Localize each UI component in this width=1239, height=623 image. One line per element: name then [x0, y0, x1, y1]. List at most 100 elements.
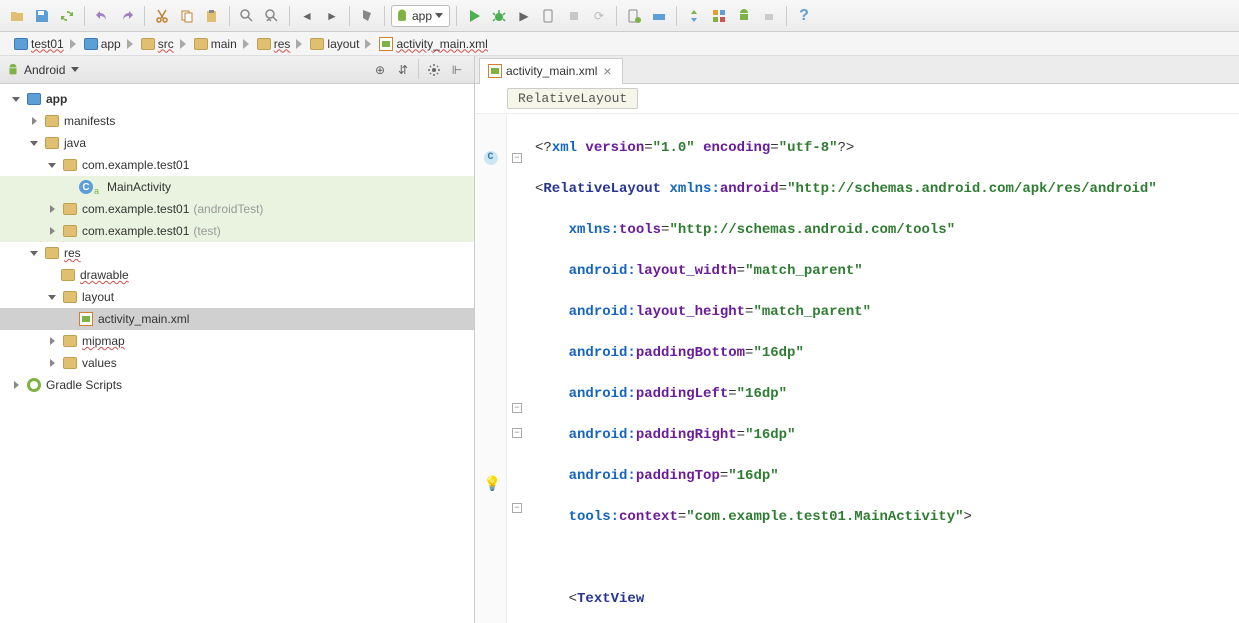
code-editor[interactable]: C 💡 − − − − <?xml version="1.0" encoding…: [475, 114, 1239, 623]
scroll-from-source-icon[interactable]: ⊕: [369, 59, 391, 81]
attach-debugger-icon[interactable]: [538, 5, 560, 27]
sync-icon[interactable]: [56, 5, 78, 27]
chevron-down-icon[interactable]: [71, 67, 79, 72]
layout-inspector-icon[interactable]: [758, 5, 780, 27]
tree-node-package2[interactable]: com.example.test01 (androidTest): [0, 198, 474, 220]
sdk-manager-icon[interactable]: [648, 5, 670, 27]
device-monitor-icon[interactable]: [733, 5, 755, 27]
folder-icon: [194, 38, 208, 50]
tree-node-package3[interactable]: com.example.test01 (test): [0, 220, 474, 242]
expand-icon[interactable]: [28, 137, 40, 149]
open-icon[interactable]: [6, 5, 28, 27]
tree-node-manifests[interactable]: manifests: [0, 110, 474, 132]
chevron-down-icon: [435, 13, 443, 18]
forward-icon[interactable]: ►: [321, 5, 343, 27]
expand-icon[interactable]: [10, 379, 22, 391]
folder-icon: [84, 38, 98, 50]
class-icon: C: [79, 180, 93, 194]
expand-icon[interactable]: [46, 291, 58, 303]
paste-icon[interactable]: [201, 5, 223, 27]
cut-icon[interactable]: [151, 5, 173, 27]
save-icon[interactable]: [31, 5, 53, 27]
tree-node-values[interactable]: values: [0, 352, 474, 374]
redo-icon[interactable]: [116, 5, 138, 27]
expand-icon[interactable]: [46, 357, 58, 369]
undo-icon[interactable]: [91, 5, 113, 27]
sidebar-title: Android: [24, 63, 65, 77]
fold-icon[interactable]: −: [512, 153, 522, 163]
lightbulb-icon[interactable]: 💡: [484, 476, 498, 490]
tree-node-res[interactable]: res: [0, 242, 474, 264]
android-icon: [6, 63, 20, 77]
make-icon[interactable]: [356, 5, 378, 27]
breadcrumb-main[interactable]: main: [186, 33, 249, 55]
avd-manager-icon[interactable]: [623, 5, 645, 27]
copy-icon[interactable]: [176, 5, 198, 27]
gear-icon[interactable]: [423, 59, 445, 81]
expand-icon[interactable]: [46, 159, 58, 171]
debug-icon[interactable]: [488, 5, 510, 27]
tree-node-mainactivity[interactable]: CaMainActivity: [0, 176, 474, 198]
sync-gradle-icon[interactable]: [683, 5, 705, 27]
editor-crumb-trail: RelativeLayout: [475, 84, 1239, 114]
tree-node-gradle[interactable]: Gradle Scripts: [0, 374, 474, 396]
project-tree: app manifests java com.example.test01 Ca…: [0, 84, 474, 623]
rerun-icon[interactable]: ⟳: [588, 5, 610, 27]
android-icon: [395, 9, 409, 23]
hide-icon[interactable]: ⊩: [446, 59, 468, 81]
run-config-dropdown[interactable]: app: [391, 5, 450, 27]
breadcrumb-src[interactable]: src: [133, 33, 186, 55]
folder-icon: [310, 38, 324, 50]
expand-icon[interactable]: [46, 203, 58, 215]
breadcrumb-file[interactable]: activity_main.xml: [371, 33, 499, 55]
expand-icon[interactable]: [28, 247, 40, 259]
crumb-relativelayout[interactable]: RelativeLayout: [507, 88, 638, 109]
tree-node-layout[interactable]: layout: [0, 286, 474, 308]
xml-file-icon: [79, 312, 93, 326]
sidebar-header: Android ⊕ ⇵ ⊩: [0, 56, 474, 84]
find-icon[interactable]: [236, 5, 258, 27]
folder-icon: [257, 38, 271, 50]
code-content[interactable]: <?xml version="1.0" encoding="utf-8"?> <…: [527, 114, 1239, 623]
run-coverage-icon[interactable]: ▶: [513, 5, 535, 27]
tree-node-mipmap[interactable]: mipmap: [0, 330, 474, 352]
gradle-icon: [27, 378, 41, 392]
stop-icon[interactable]: [563, 5, 585, 27]
editor-area: activity_main.xml × RelativeLayout C 💡 −: [475, 56, 1239, 623]
project-structure-icon[interactable]: [708, 5, 730, 27]
breadcrumb-test01[interactable]: test01: [6, 33, 76, 55]
breadcrumb-app[interactable]: app: [76, 33, 133, 55]
run-config-label: app: [412, 9, 432, 23]
help-icon[interactable]: ?: [793, 5, 815, 27]
breadcrumb-layout[interactable]: layout: [302, 33, 371, 55]
tree-node-drawable[interactable]: drawable: [0, 264, 474, 286]
folder-icon: [14, 38, 28, 50]
fold-gutter: − − − −: [507, 114, 527, 623]
fold-icon[interactable]: −: [512, 403, 522, 413]
run-icon[interactable]: [463, 5, 485, 27]
class-gutter-icon[interactable]: C: [484, 151, 498, 165]
close-tab-icon[interactable]: ×: [601, 63, 613, 79]
folder-icon: [141, 38, 155, 50]
project-sidebar: Android ⊕ ⇵ ⊩ app manifests java com.exa…: [0, 56, 475, 623]
fold-icon[interactable]: −: [512, 428, 522, 438]
back-icon[interactable]: ◄: [296, 5, 318, 27]
tree-node-java[interactable]: java: [0, 132, 474, 154]
editor-tab-activity-main[interactable]: activity_main.xml ×: [479, 58, 623, 84]
expand-icon[interactable]: [46, 225, 58, 237]
collapse-all-icon[interactable]: ⇵: [392, 59, 414, 81]
main-toolbar: ◄ ► app ▶ ⟳ ?: [0, 0, 1239, 32]
xml-file-icon: [379, 37, 393, 51]
tree-node-app[interactable]: app: [0, 88, 474, 110]
xml-file-icon: [488, 64, 502, 78]
fold-icon[interactable]: −: [512, 503, 522, 513]
editor-tab-bar: activity_main.xml ×: [475, 56, 1239, 84]
tree-node-activity-main[interactable]: activity_main.xml: [0, 308, 474, 330]
expand-icon[interactable]: [28, 115, 40, 127]
replace-icon[interactable]: [261, 5, 283, 27]
breadcrumb-res[interactable]: res: [249, 33, 303, 55]
tree-node-package1[interactable]: com.example.test01: [0, 154, 474, 176]
expand-icon[interactable]: [10, 93, 22, 105]
gutter: C 💡: [475, 114, 507, 623]
expand-icon[interactable]: [46, 335, 58, 347]
